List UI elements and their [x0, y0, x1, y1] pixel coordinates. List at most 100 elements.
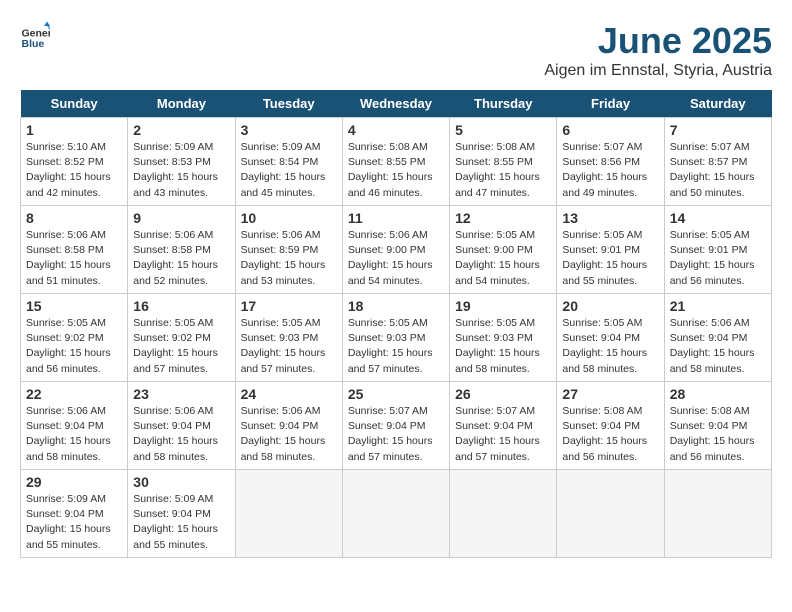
day-info: Sunrise: 5:07 AMSunset: 9:04 PMDaylight:…: [455, 404, 551, 465]
day-info: Sunrise: 5:07 AMSunset: 8:56 PMDaylight:…: [562, 140, 658, 201]
calendar-cell: 24 Sunrise: 5:06 AMSunset: 9:04 PMDaylig…: [235, 382, 342, 470]
day-number: 3: [241, 122, 337, 138]
day-number: 19: [455, 298, 551, 314]
day-number: 13: [562, 210, 658, 226]
day-number: 30: [133, 474, 229, 490]
day-number: 5: [455, 122, 551, 138]
day-number: 12: [455, 210, 551, 226]
weekday-header-wednesday: Wednesday: [342, 90, 449, 118]
day-number: 23: [133, 386, 229, 402]
day-info: Sunrise: 5:05 AMSunset: 9:00 PMDaylight:…: [455, 228, 551, 289]
day-number: 6: [562, 122, 658, 138]
calendar-week-4: 22 Sunrise: 5:06 AMSunset: 9:04 PMDaylig…: [21, 382, 772, 470]
calendar-cell: 23 Sunrise: 5:06 AMSunset: 9:04 PMDaylig…: [128, 382, 235, 470]
calendar-cell: [450, 470, 557, 558]
day-number: 22: [26, 386, 122, 402]
calendar-cell: 22 Sunrise: 5:06 AMSunset: 9:04 PMDaylig…: [21, 382, 128, 470]
svg-text:Blue: Blue: [22, 38, 45, 50]
calendar-cell: 27 Sunrise: 5:08 AMSunset: 9:04 PMDaylig…: [557, 382, 664, 470]
day-number: 29: [26, 474, 122, 490]
day-info: Sunrise: 5:05 AMSunset: 9:03 PMDaylight:…: [241, 316, 337, 377]
day-info: Sunrise: 5:06 AMSunset: 8:58 PMDaylight:…: [26, 228, 122, 289]
calendar-cell: 6 Sunrise: 5:07 AMSunset: 8:56 PMDayligh…: [557, 118, 664, 206]
calendar-week-1: 1 Sunrise: 5:10 AMSunset: 8:52 PMDayligh…: [21, 118, 772, 206]
calendar-cell: 26 Sunrise: 5:07 AMSunset: 9:04 PMDaylig…: [450, 382, 557, 470]
day-number: 20: [562, 298, 658, 314]
day-number: 11: [348, 210, 444, 226]
weekday-header-tuesday: Tuesday: [235, 90, 342, 118]
calendar-cell: 30 Sunrise: 5:09 AMSunset: 9:04 PMDaylig…: [128, 470, 235, 558]
calendar-table: SundayMondayTuesdayWednesdayThursdayFrid…: [20, 90, 772, 558]
calendar-cell: [235, 470, 342, 558]
weekday-header-sunday: Sunday: [21, 90, 128, 118]
calendar-cell: 29 Sunrise: 5:09 AMSunset: 9:04 PMDaylig…: [21, 470, 128, 558]
day-number: 18: [348, 298, 444, 314]
day-number: 28: [670, 386, 766, 402]
day-info: Sunrise: 5:05 AMSunset: 9:01 PMDaylight:…: [670, 228, 766, 289]
day-info: Sunrise: 5:06 AMSunset: 9:04 PMDaylight:…: [670, 316, 766, 377]
day-number: 10: [241, 210, 337, 226]
day-info: Sunrise: 5:05 AMSunset: 9:02 PMDaylight:…: [26, 316, 122, 377]
day-info: Sunrise: 5:08 AMSunset: 9:04 PMDaylight:…: [562, 404, 658, 465]
day-info: Sunrise: 5:10 AMSunset: 8:52 PMDaylight:…: [26, 140, 122, 201]
day-number: 26: [455, 386, 551, 402]
day-info: Sunrise: 5:05 AMSunset: 9:01 PMDaylight:…: [562, 228, 658, 289]
day-info: Sunrise: 5:06 AMSunset: 8:59 PMDaylight:…: [241, 228, 337, 289]
weekday-header-monday: Monday: [128, 90, 235, 118]
day-info: Sunrise: 5:08 AMSunset: 9:04 PMDaylight:…: [670, 404, 766, 465]
weekday-header-thursday: Thursday: [450, 90, 557, 118]
month-title: June 2025: [544, 20, 772, 62]
calendar-cell: 17 Sunrise: 5:05 AMSunset: 9:03 PMDaylig…: [235, 294, 342, 382]
day-info: Sunrise: 5:08 AMSunset: 8:55 PMDaylight:…: [348, 140, 444, 201]
calendar-cell: 4 Sunrise: 5:08 AMSunset: 8:55 PMDayligh…: [342, 118, 449, 206]
day-number: 21: [670, 298, 766, 314]
title-section: June 2025 Aigen im Ennstal, Styria, Aust…: [544, 20, 772, 80]
day-number: 27: [562, 386, 658, 402]
day-info: Sunrise: 5:07 AMSunset: 8:57 PMDaylight:…: [670, 140, 766, 201]
calendar-week-5: 29 Sunrise: 5:09 AMSunset: 9:04 PMDaylig…: [21, 470, 772, 558]
calendar-cell: 11 Sunrise: 5:06 AMSunset: 9:00 PMDaylig…: [342, 206, 449, 294]
day-number: 4: [348, 122, 444, 138]
calendar-cell: 10 Sunrise: 5:06 AMSunset: 8:59 PMDaylig…: [235, 206, 342, 294]
header: General Blue June 2025 Aigen im Ennstal,…: [20, 20, 772, 80]
day-number: 15: [26, 298, 122, 314]
day-info: Sunrise: 5:09 AMSunset: 9:04 PMDaylight:…: [133, 492, 229, 553]
logo: General Blue: [20, 20, 50, 50]
calendar-cell: 16 Sunrise: 5:05 AMSunset: 9:02 PMDaylig…: [128, 294, 235, 382]
day-info: Sunrise: 5:06 AMSunset: 9:04 PMDaylight:…: [241, 404, 337, 465]
calendar-cell: 25 Sunrise: 5:07 AMSunset: 9:04 PMDaylig…: [342, 382, 449, 470]
weekday-header-friday: Friday: [557, 90, 664, 118]
day-number: 1: [26, 122, 122, 138]
calendar-cell: [557, 470, 664, 558]
day-info: Sunrise: 5:08 AMSunset: 8:55 PMDaylight:…: [455, 140, 551, 201]
calendar-cell: 21 Sunrise: 5:06 AMSunset: 9:04 PMDaylig…: [664, 294, 771, 382]
calendar-cell: 19 Sunrise: 5:05 AMSunset: 9:03 PMDaylig…: [450, 294, 557, 382]
weekday-header-row: SundayMondayTuesdayWednesdayThursdayFrid…: [21, 90, 772, 118]
calendar-week-3: 15 Sunrise: 5:05 AMSunset: 9:02 PMDaylig…: [21, 294, 772, 382]
day-info: Sunrise: 5:07 AMSunset: 9:04 PMDaylight:…: [348, 404, 444, 465]
calendar-cell: 2 Sunrise: 5:09 AMSunset: 8:53 PMDayligh…: [128, 118, 235, 206]
day-number: 7: [670, 122, 766, 138]
day-number: 17: [241, 298, 337, 314]
calendar-cell: 18 Sunrise: 5:05 AMSunset: 9:03 PMDaylig…: [342, 294, 449, 382]
day-info: Sunrise: 5:05 AMSunset: 9:02 PMDaylight:…: [133, 316, 229, 377]
day-info: Sunrise: 5:06 AMSunset: 9:04 PMDaylight:…: [133, 404, 229, 465]
day-info: Sunrise: 5:06 AMSunset: 9:04 PMDaylight:…: [26, 404, 122, 465]
day-info: Sunrise: 5:09 AMSunset: 8:53 PMDaylight:…: [133, 140, 229, 201]
calendar-cell: 9 Sunrise: 5:06 AMSunset: 8:58 PMDayligh…: [128, 206, 235, 294]
calendar-week-2: 8 Sunrise: 5:06 AMSunset: 8:58 PMDayligh…: [21, 206, 772, 294]
day-info: Sunrise: 5:06 AMSunset: 9:00 PMDaylight:…: [348, 228, 444, 289]
calendar-cell: 8 Sunrise: 5:06 AMSunset: 8:58 PMDayligh…: [21, 206, 128, 294]
calendar-cell: 14 Sunrise: 5:05 AMSunset: 9:01 PMDaylig…: [664, 206, 771, 294]
day-number: 9: [133, 210, 229, 226]
calendar-cell: 7 Sunrise: 5:07 AMSunset: 8:57 PMDayligh…: [664, 118, 771, 206]
day-number: 14: [670, 210, 766, 226]
day-number: 24: [241, 386, 337, 402]
day-number: 8: [26, 210, 122, 226]
calendar-cell: [664, 470, 771, 558]
calendar-cell: 5 Sunrise: 5:08 AMSunset: 8:55 PMDayligh…: [450, 118, 557, 206]
day-number: 16: [133, 298, 229, 314]
day-info: Sunrise: 5:05 AMSunset: 9:03 PMDaylight:…: [455, 316, 551, 377]
calendar-cell: 3 Sunrise: 5:09 AMSunset: 8:54 PMDayligh…: [235, 118, 342, 206]
calendar-cell: 28 Sunrise: 5:08 AMSunset: 9:04 PMDaylig…: [664, 382, 771, 470]
